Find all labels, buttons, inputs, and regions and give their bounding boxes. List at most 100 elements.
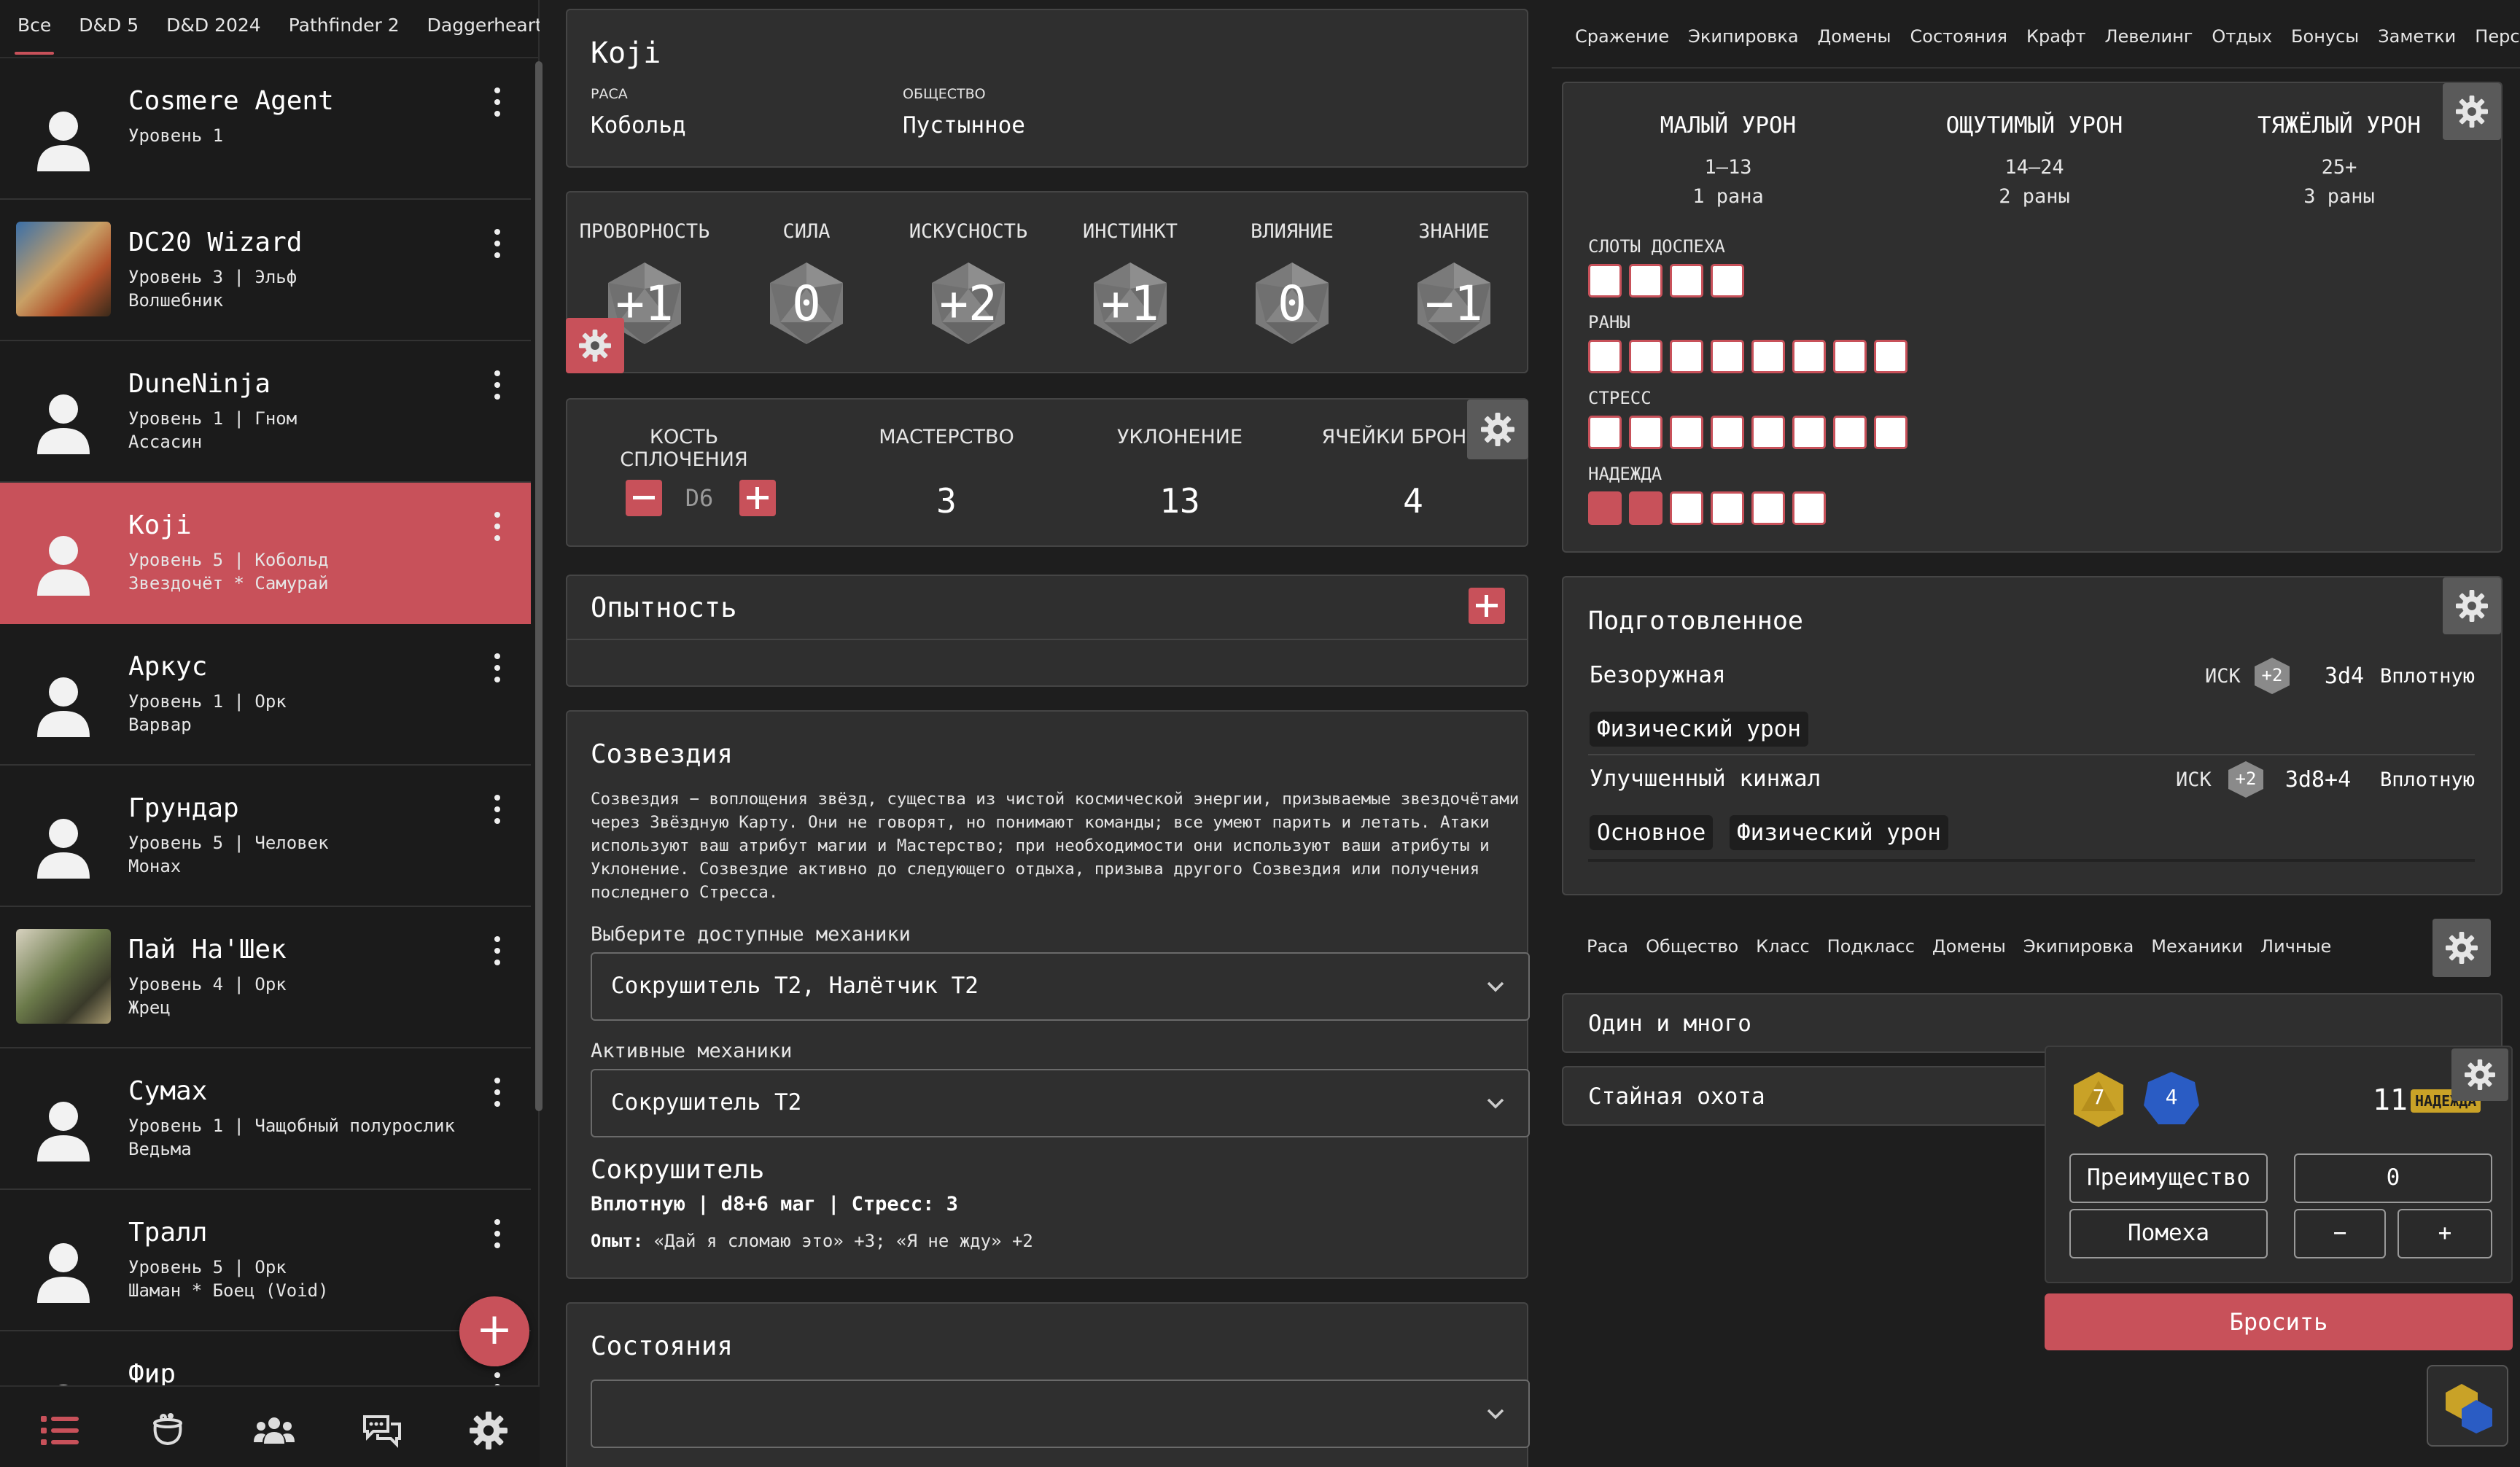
tracker-checkbox[interactable]	[1588, 340, 1622, 373]
tab-all[interactable]: Все	[14, 0, 55, 57]
add-experience-button[interactable]	[1469, 588, 1505, 624]
roll-button[interactable]: Бросить	[2045, 1293, 2513, 1350]
chat-icon[interactable]	[360, 1410, 404, 1451]
tracker-checkbox[interactable]	[1629, 416, 1662, 449]
more-options-icon[interactable]	[493, 1078, 502, 1107]
tracker-checkbox[interactable]	[1629, 264, 1662, 297]
group-icon[interactable]	[252, 1410, 296, 1451]
feature-tab-7[interactable]: Личные	[2260, 936, 2331, 957]
feature-item[interactable]: Один и много	[1562, 993, 2502, 1053]
tracker-checkbox[interactable]	[1751, 340, 1785, 373]
rally-die-decrease-button[interactable]	[626, 480, 662, 516]
character-list-item[interactable]: Грундар Уровень 5 | Человек Монах	[0, 766, 531, 907]
feature-tab-2[interactable]: Класс	[1756, 936, 1809, 957]
tab-8[interactable]: Заметки	[2378, 26, 2456, 47]
tab-0[interactable]: Сражение	[1575, 26, 1669, 47]
tracker-checkbox[interactable]	[1670, 491, 1703, 525]
feature-tab-3[interactable]: Подкласс	[1827, 936, 1915, 957]
stats-settings-gear-icon[interactable]	[1467, 400, 1528, 459]
tab-9[interactable]: Персона	[2475, 26, 2520, 47]
tracker-checkbox[interactable]	[1629, 491, 1662, 525]
character-list-item[interactable]: Сумах Уровень 1 | Чащобный полурослик Ведь…	[0, 1048, 531, 1190]
society-value[interactable]: Пустынное	[903, 112, 1025, 139]
more-options-icon[interactable]	[493, 512, 502, 541]
tab-2[interactable]: Домены	[1818, 26, 1891, 47]
more-options-icon[interactable]	[493, 795, 502, 824]
combat-settings-gear-icon[interactable]	[2443, 83, 2501, 140]
tracker-checkbox[interactable]	[1670, 340, 1703, 373]
tab-5[interactable]: Левелинг	[2104, 26, 2193, 47]
tab-6[interactable]: Отдых	[2212, 26, 2272, 47]
add-character-button[interactable]: +	[459, 1296, 529, 1366]
tracker-checkbox[interactable]	[1792, 416, 1826, 449]
character-list-item[interactable]: Пай На'Шек Уровень 4 | Орк Жрец	[0, 907, 531, 1048]
character-list-item[interactable]: Тралл Уровень 5 | Орк Шаман * Боец (Void)	[0, 1190, 531, 1331]
tracker-checkbox[interactable]	[1711, 491, 1744, 525]
rally-die-increase-button[interactable]	[739, 480, 776, 516]
tracker-checkbox[interactable]	[1670, 264, 1703, 297]
modifier-increase-button[interactable]: +	[2398, 1209, 2492, 1258]
tab-daggerheart[interactable]: Daggerheart	[427, 0, 540, 57]
tracker-checkbox[interactable]	[1670, 416, 1703, 449]
feature-tab-0[interactable]: Раса	[1587, 936, 1628, 957]
more-options-icon[interactable]	[493, 370, 502, 400]
tracker-checkbox[interactable]	[1751, 416, 1785, 449]
tracker-checkbox[interactable]	[1588, 491, 1622, 525]
tab-1[interactable]: Экипировка	[1688, 26, 1798, 47]
tracker-checkbox[interactable]	[1629, 340, 1662, 373]
modifier-decrease-button[interactable]: −	[2294, 1209, 2386, 1258]
character-list-item[interactable]: Фир	[0, 1331, 531, 1385]
list-scrollbar[interactable]	[535, 61, 542, 1111]
active-mechanics-select[interactable]: Сокрушитель T2	[591, 1069, 1530, 1137]
feature-tab-4[interactable]: Домены	[1932, 936, 2006, 957]
dice-settings-gear-icon[interactable]	[2451, 1048, 2508, 1101]
character-list-item[interactable]: Cosmere Agent Уровень 1	[0, 58, 531, 200]
tab-4[interactable]: Крафт	[2026, 26, 2085, 47]
character-list-item[interactable]: Аркус Уровень 1 | Орк Варвар	[0, 624, 531, 766]
tracker-checkbox[interactable]	[1874, 416, 1908, 449]
weapon-damage-dice[interactable]: 3d8+4	[2278, 767, 2358, 793]
character-list-item[interactable]: DC20 Wizard Уровень 3 | Эльф Волшебник	[0, 200, 531, 341]
tracker-checkbox[interactable]	[1833, 340, 1867, 373]
tracker-checkbox[interactable]	[1874, 340, 1908, 373]
disadvantage-button[interactable]: Помеха	[2069, 1209, 2268, 1258]
tab-3[interactable]: Состояния	[1910, 26, 2007, 47]
tracker-checkbox[interactable]	[1711, 264, 1744, 297]
attributes-settings-gear-icon[interactable]	[566, 318, 624, 373]
character-list-item[interactable]: Koji Уровень 5 | Кобольд Звездочёт * Самур…	[0, 483, 531, 624]
advantage-button[interactable]: Преимущество	[2069, 1153, 2268, 1203]
tab-dnd5[interactable]: D&D 5	[79, 0, 139, 57]
tab-dnd2024[interactable]: D&D 2024	[166, 0, 261, 57]
tracker-checkbox[interactable]	[1833, 416, 1867, 449]
modifier-field[interactable]: 0	[2294, 1153, 2492, 1203]
race-value[interactable]: Кобольд	[591, 112, 686, 139]
gear-icon[interactable]	[467, 1410, 510, 1451]
feature-tab-1[interactable]: Общество	[1646, 936, 1738, 957]
prepared-settings-gear-icon[interactable]	[2443, 577, 2501, 634]
more-options-icon[interactable]	[493, 1219, 502, 1248]
list-icon[interactable]	[38, 1410, 82, 1451]
weapon-damage-dice[interactable]: 3d4	[2304, 664, 2384, 689]
tracker-checkbox[interactable]	[1711, 416, 1744, 449]
tracker-checkbox[interactable]	[1751, 491, 1785, 525]
more-options-icon[interactable]	[493, 87, 502, 117]
tab-7[interactable]: Бонусы	[2291, 26, 2359, 47]
weapon-name[interactable]: Улучшенный кинжал	[1590, 766, 1821, 792]
weapon-name[interactable]: Безоружная	[1590, 662, 1726, 688]
feature-tab-6[interactable]: Механики	[2151, 936, 2243, 957]
available-mechanics-select[interactable]: Сокрушитель T2, Налётчик T2	[591, 952, 1530, 1021]
feature-tab-5[interactable]: Экипировка	[2023, 936, 2134, 957]
more-options-icon[interactable]	[493, 229, 502, 258]
tracker-checkbox[interactable]	[1588, 416, 1622, 449]
character-list-item[interactable]: DuneNinja Уровень 1 | Гном Ассасин	[0, 341, 531, 483]
more-options-icon[interactable]	[493, 936, 502, 965]
tracker-checkbox[interactable]	[1588, 264, 1622, 297]
dice-tray-button[interactable]	[2427, 1365, 2508, 1447]
cauldron-icon[interactable]	[146, 1410, 190, 1451]
tracker-checkbox[interactable]	[1792, 491, 1826, 525]
features-settings-gear-icon[interactable]	[2432, 919, 2491, 977]
tracker-checkbox[interactable]	[1711, 340, 1744, 373]
tab-pathfinder2[interactable]: Pathfinder 2	[289, 0, 400, 57]
more-options-icon[interactable]	[493, 653, 502, 682]
conditions-select[interactable]	[591, 1380, 1530, 1448]
